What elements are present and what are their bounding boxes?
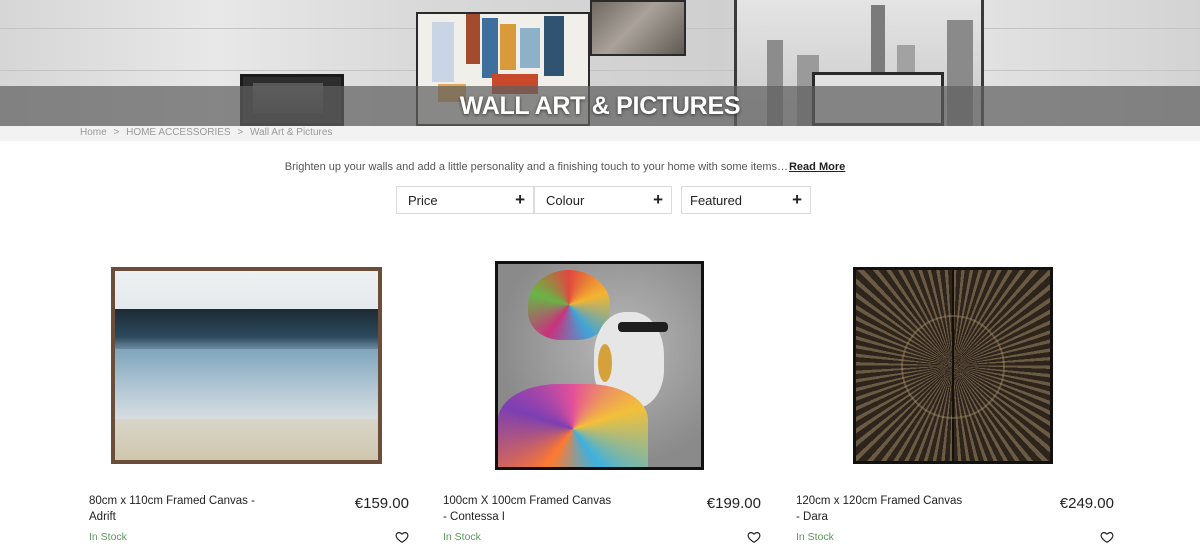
product-image[interactable] (111, 267, 382, 464)
plus-icon: + (515, 190, 525, 209)
heart-icon[interactable] (395, 530, 409, 544)
product-image[interactable] (495, 261, 704, 470)
breadcrumb-separator: > (113, 127, 120, 138)
product-price: €249.00 (1059, 495, 1114, 512)
hero-banner: WALL ART & PICTURES (0, 0, 1200, 126)
description-text: Brighten up your walls and add a little … (284, 161, 788, 173)
page-title: WALL ART & PICTURES (459, 92, 741, 120)
plus-icon: + (792, 190, 802, 209)
product-card[interactable]: 120cm x 120cm Framed Canvas - Dara €249.… (796, 250, 1114, 550)
product-name[interactable]: 100cm X 100cm Framed Canvas - Contessa I (443, 493, 613, 525)
breadcrumb-home-accessories[interactable]: HOME ACCESSORIES (126, 127, 230, 138)
plus-icon: + (653, 190, 663, 209)
breadcrumb-current: Wall Art & Pictures (249, 127, 333, 138)
filter-label: Colour (546, 193, 585, 208)
product-name[interactable]: 80cm x 110cm Framed Canvas - Adrift (89, 493, 259, 525)
product-price: €159.00 (354, 495, 409, 512)
filter-label: Price (408, 193, 438, 208)
product-image[interactable] (853, 267, 1053, 464)
product-price: €199.00 (706, 495, 761, 512)
filter-colour[interactable]: Colour + (534, 186, 672, 214)
wall-panel-line (0, 70, 1200, 71)
filter-price[interactable]: Price + (396, 186, 534, 214)
heart-icon[interactable] (747, 530, 761, 544)
hero-artwork (590, 0, 686, 56)
category-description: Brighten up your walls and add a little … (0, 161, 1130, 173)
product-card[interactable]: 100cm X 100cm Framed Canvas - Contessa I… (443, 250, 761, 550)
product-name[interactable]: 120cm x 120cm Framed Canvas - Dara (796, 493, 966, 525)
read-more-link[interactable]: Read More (789, 161, 845, 173)
breadcrumb-home[interactable]: Home (80, 127, 107, 138)
breadcrumb-separator: > (237, 127, 244, 138)
breadcrumb: Home > HOME ACCESSORIES > Wall Art & Pic… (80, 127, 336, 138)
stock-status: In Stock (796, 531, 834, 543)
sort-featured[interactable]: Featured + (681, 186, 811, 214)
product-card[interactable]: 80cm x 110cm Framed Canvas - Adrift €159… (89, 250, 409, 550)
stock-status: In Stock (443, 531, 481, 543)
stock-status: In Stock (89, 531, 127, 543)
heart-icon[interactable] (1100, 530, 1114, 544)
sort-label: Featured (690, 193, 743, 208)
